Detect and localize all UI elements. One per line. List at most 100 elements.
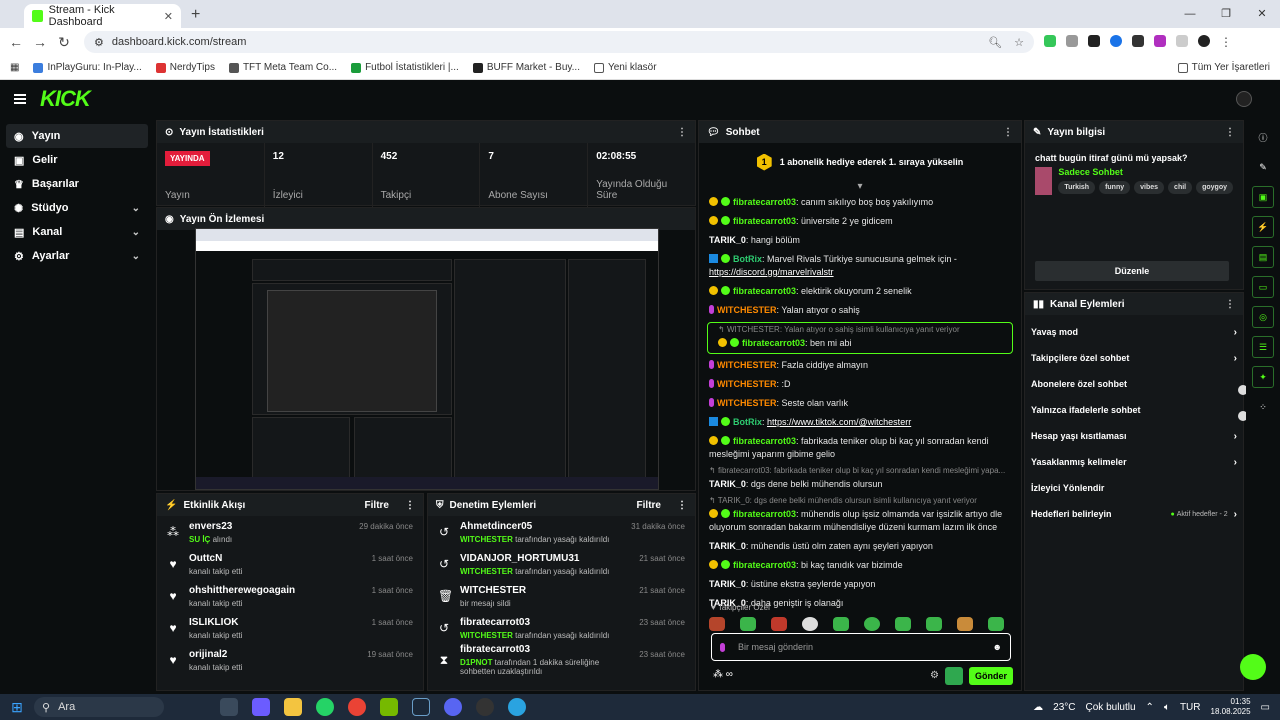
emote-icon[interactable]: [895, 617, 911, 631]
extension-icon[interactable]: [1110, 35, 1122, 47]
restore-icon[interactable]: ❐: [1208, 0, 1244, 28]
emote-icon[interactable]: [833, 617, 849, 631]
channel-action-8[interactable]: Hedefleri belirleyin ● Aktif hedefler - 2…: [1025, 501, 1243, 527]
chat-username[interactable]: BotRix: [733, 254, 762, 264]
activity-item[interactable]: ♥ orijinal2 kanalı takip etti 19 saat önce: [157, 644, 423, 676]
chat-message[interactable]: TARIK_0: hangi bölüm: [699, 231, 1021, 250]
moderation-item[interactable]: ⧗ fibratecarrot03 D1PNOT tarafından 1 daki…: [428, 644, 695, 676]
broadcast-icon[interactable]: ◎: [1252, 306, 1274, 328]
chat-settings-icon[interactable]: ⚙: [930, 670, 939, 681]
moderation-item[interactable]: 🗑︎ WITCHESTER bir mesajı sildi 21 saat önce: [428, 580, 695, 612]
windows-start-icon[interactable]: ⊞: [0, 699, 34, 716]
chat-message[interactable]: TARIK_0: dgs dene belki mühendis olursun: [699, 475, 1021, 494]
emote-icon[interactable]: [864, 617, 880, 631]
kick-logo[interactable]: KICK: [40, 86, 91, 112]
forward-icon[interactable]: →: [28, 34, 52, 50]
taskbar-search[interactable]: ⚲ Ara: [34, 697, 164, 717]
chat-username[interactable]: fibratecarrot03: [733, 509, 796, 519]
apps-icon[interactable]: ⁘: [1252, 396, 1274, 418]
back-icon[interactable]: ←: [4, 34, 28, 50]
extension-icon[interactable]: [1066, 35, 1078, 47]
chat-username[interactable]: fibratecarrot03: [733, 560, 796, 570]
sidebar-item-stüdyo[interactable]: ✺ Stüdyo ⌄: [6, 196, 148, 220]
filter-button[interactable]: Filtre: [637, 500, 661, 511]
bookmark-item[interactable]: NerdyTips: [155, 62, 215, 73]
chat-message[interactable]: fibratecarrot03: fabrikada teniker olup …: [699, 432, 1021, 464]
nvidia-icon[interactable]: [380, 698, 398, 716]
chat-message[interactable]: TARIK_0: mühendis üstü olm zaten aynı şe…: [699, 537, 1021, 556]
chat-input[interactable]: Bir mesaj gönderin ☻: [711, 633, 1011, 661]
discord-icon[interactable]: [444, 698, 462, 716]
moderator-name[interactable]: WITCHESTER: [460, 535, 513, 544]
chat-username[interactable]: fibratecarrot03: [733, 197, 796, 207]
chat-reply[interactable]: ↰ fibratecarrot03: fabrikada teniker olu…: [699, 464, 1021, 494]
moderation-target[interactable]: fibratecarrot03: [460, 617, 629, 628]
chat-username[interactable]: fibratecarrot03: [733, 286, 796, 296]
close-window-icon[interactable]: ✕: [1244, 0, 1280, 28]
notifications-icon[interactable]: ▭: [1261, 702, 1270, 713]
more-icon[interactable]: ⋮: [677, 127, 687, 138]
emote-icon[interactable]: [740, 617, 756, 631]
activity-user[interactable]: OuttcN: [189, 553, 362, 564]
tag-chip[interactable]: Turkish: [1058, 181, 1096, 194]
chat-username[interactable]: fibratecarrot03: [742, 338, 805, 348]
minimize-icon[interactable]: —: [1172, 0, 1208, 28]
obs-icon[interactable]: [476, 698, 494, 716]
bookmark-folder[interactable]: Yeni klasör: [593, 62, 657, 73]
wrench-icon[interactable]: ✦: [1252, 366, 1274, 388]
user-avatar[interactable]: [1236, 91, 1252, 107]
filter-button[interactable]: Filtre: [365, 500, 389, 511]
chat-username[interactable]: fibratecarrot03: [733, 216, 796, 226]
site-info-icon[interactable]: ⚙: [94, 36, 104, 49]
extension-icon[interactable]: [1132, 35, 1144, 47]
stream-preview-video[interactable]: [195, 228, 659, 490]
channel-action-5[interactable]: Hesap yaşı kısıtlaması ›: [1025, 423, 1243, 449]
profile-avatar-icon[interactable]: [1198, 35, 1210, 47]
chat-link[interactable]: https://discord.gg/marvelrivalstr: [709, 267, 834, 277]
emote-icon[interactable]: [988, 617, 1004, 631]
tag-chip[interactable]: goygoy: [1196, 181, 1233, 194]
moderation-target[interactable]: fibratecarrot03: [460, 644, 629, 655]
chat-icon[interactable]: ▭: [1252, 276, 1274, 298]
send-button[interactable]: Gönder: [969, 667, 1013, 685]
channel-action-4[interactable]: Yalnızca ifadelerle sohbet: [1025, 397, 1243, 423]
tray-chevron-icon[interactable]: ⌃: [1146, 702, 1154, 713]
emote-icon[interactable]: [926, 617, 942, 631]
activity-item[interactable]: ♥ ohshittherewegoagain kanalı takip etti 1 …: [157, 580, 423, 612]
chat-username[interactable]: TARIK_0: [709, 579, 746, 589]
pencil-icon[interactable]: ✎: [1252, 156, 1274, 178]
bookmark-item[interactable]: BUFF Market - Buy...: [472, 62, 580, 73]
close-tab-icon[interactable]: ✕: [164, 10, 173, 23]
telegram-icon[interactable]: [508, 698, 526, 716]
activity-item[interactable]: ♥ OuttcN kanalı takip etti 1 saat önce: [157, 548, 423, 580]
clock[interactable]: 01:35 18.08.2025: [1211, 697, 1251, 717]
edit-button[interactable]: Düzenle: [1035, 261, 1229, 281]
chat-message[interactable]: fibratecarrot03: mühendis olup işsiz olm…: [699, 505, 1021, 537]
chat-message[interactable]: WITCHESTER: :D: [699, 375, 1021, 394]
moderation-item[interactable]: ↺ VIDANJOR_HORTUMU31 WITCHESTER tarafından…: [428, 548, 695, 580]
bookmark-item[interactable]: InPlayGuru: In-Play...: [33, 62, 142, 73]
sidebar-item-yayın[interactable]: ◉ Yayın: [6, 124, 148, 148]
points-icon[interactable]: ⁂: [713, 669, 723, 680]
extension-icon[interactable]: [1088, 35, 1100, 47]
file-explorer-icon[interactable]: [284, 698, 302, 716]
emote-icon[interactable]: [771, 617, 787, 631]
moderation-target[interactable]: Ahmetdincer05: [460, 521, 621, 532]
more-icon[interactable]: ⋮: [405, 500, 415, 511]
chat-message[interactable]: fibratecarrot03: elektirik okuyorum 2 se…: [699, 282, 1021, 301]
bolt-icon[interactable]: ⚡: [1252, 216, 1274, 238]
chat-message[interactable]: WITCHESTER: Seste olan varlık: [699, 394, 1021, 413]
all-bookmarks-folder[interactable]: Tüm Yer İşaretleri: [1177, 62, 1270, 73]
chat-link[interactable]: https://www.tiktok.com/@witchesterr: [767, 417, 911, 427]
chat-message[interactable]: fibratecarrot03: ben mi abi: [708, 334, 1012, 353]
extension-shield-icon[interactable]: [1044, 35, 1056, 47]
chat-username[interactable]: fibratecarrot03: [733, 436, 796, 446]
chevron-down-icon[interactable]: ⌄: [132, 251, 140, 262]
bookmark-item[interactable]: TFT Meta Team Co...: [228, 62, 337, 73]
channel-action-1[interactable]: Yavaş mod ›: [1025, 319, 1243, 345]
sidebar-item-ayarlar[interactable]: ⚙ Ayarlar ⌄: [6, 244, 148, 268]
chat-username[interactable]: WITCHESTER: [717, 379, 777, 389]
chat-message[interactable]: fibratecarrot03: üniversite 2 ye gidicem: [699, 212, 1021, 231]
chat-reply[interactable]: ↰ WITCHESTER: Yalan atıyor o sahiş isiml…: [707, 322, 1013, 354]
moderator-name[interactable]: WITCHESTER: [460, 631, 513, 640]
